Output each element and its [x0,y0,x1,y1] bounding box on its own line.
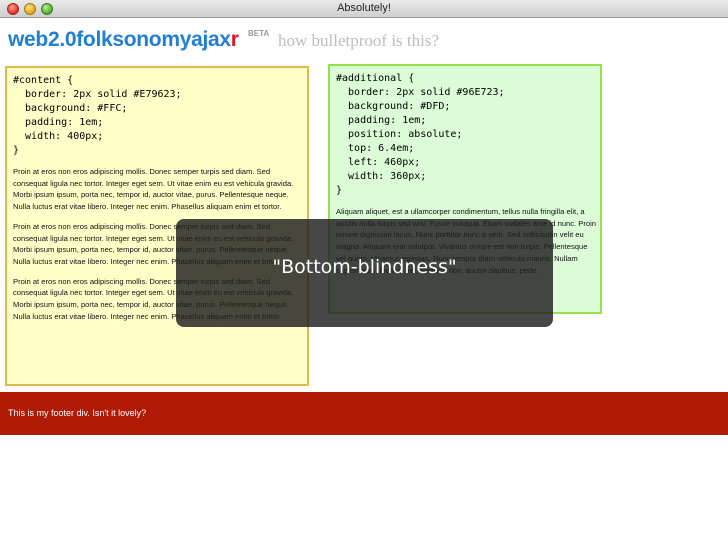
site-tagline: how bulletproof is this? [278,31,440,50]
window-titlebar: Absolutely! [0,0,728,18]
window-title: Absolutely! [337,2,391,14]
caption-text: "Bottom-blindness" [272,256,457,278]
footer-bar: This is my footer div. Isn't it lovely? [0,392,728,435]
additional-css-code: #additional { border: 2px solid #96E723;… [336,73,505,196]
logo-accent-letter: r [230,28,239,51]
beta-badge: BETA [248,29,270,38]
caption-overlay: "Bottom-blindness" [176,219,553,327]
footer-text: This is my footer div. Isn't it lovely? [8,408,147,418]
content-paragraph: Proin at eros non eros adipiscing mollis… [13,167,294,212]
site-logo[interactable]: web2.0folksonomyajaxr [8,28,239,52]
logo-main-text: web2.0folksonomyajax [8,28,231,51]
content-css-code: #content { border: 2px solid #E79623; ba… [13,75,182,156]
